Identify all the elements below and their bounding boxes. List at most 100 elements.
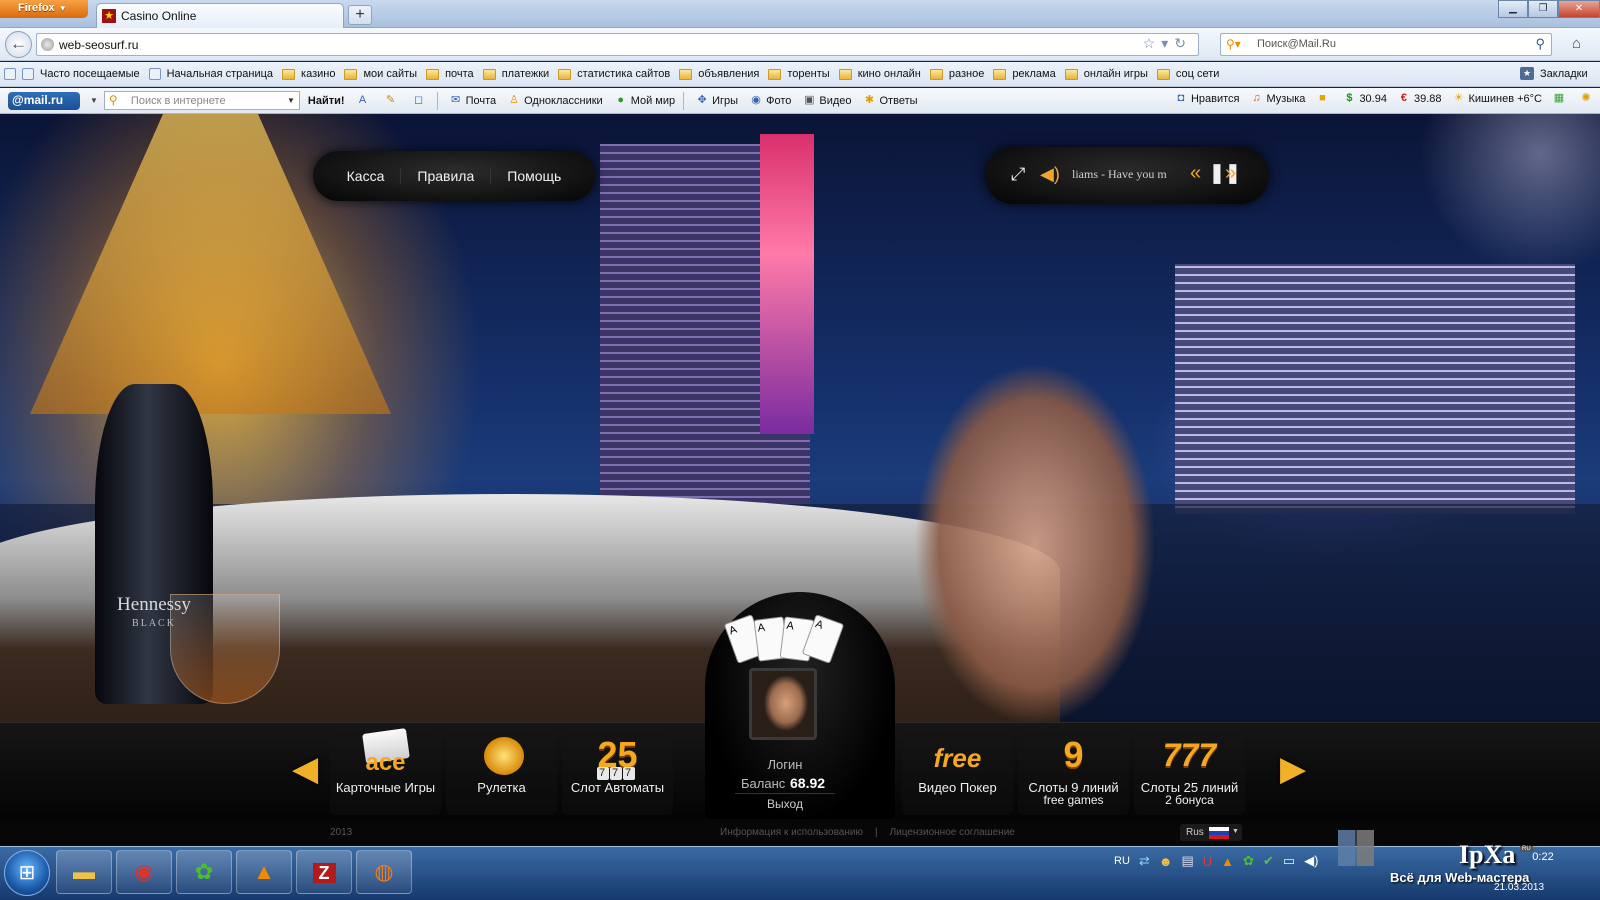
games-link[interactable]: ✥ Игры: [695, 94, 739, 107]
bookmark-item[interactable]: платежки: [482, 68, 549, 80]
next-track-icon[interactable]: »: [1225, 162, 1236, 185]
tab-casino-online[interactable]: ★ Casino Online: [96, 3, 344, 28]
game-slots-25-lines[interactable]: 777 Слоты 25 линий 2 бонуса: [1134, 729, 1245, 815]
map-button[interactable]: ▦: [1552, 92, 1569, 105]
game-slots-9-lines[interactable]: 9 Слоты 9 линий free games: [1018, 729, 1129, 815]
vlc-tray-icon[interactable]: ▲: [1221, 854, 1234, 869]
weather-widget[interactable]: ☀ Кишинев +6°C: [1452, 92, 1542, 105]
start-button[interactable]: ⊞: [4, 850, 50, 896]
game-card-games[interactable]: ace Карточные Игры: [330, 728, 441, 815]
explorer-taskbar-button[interactable]: ▬: [56, 850, 112, 894]
filezilla-taskbar-button[interactable]: Z: [296, 850, 352, 894]
menu-item-help[interactable]: Помощь: [490, 168, 577, 184]
icq-taskbar-button[interactable]: ✿: [176, 850, 232, 894]
mailru-search-input[interactable]: ⚲ Поиск в интернете ▼: [103, 91, 300, 110]
home-icon[interactable]: ⌂: [1572, 35, 1581, 52]
search-input[interactable]: ⚲▾ Поиск@Mail.Ru ⚲: [1220, 33, 1552, 56]
device-tray-icon[interactable]: ▤: [1181, 853, 1193, 869]
settings-button[interactable]: ✺: [1579, 92, 1596, 105]
bookmark-item[interactable]: торенты: [768, 68, 830, 80]
folder-icon: [282, 68, 296, 80]
bookmark-item[interactable]: онлайн игры: [1064, 68, 1148, 80]
game-slot-machines[interactable]: 25 777 Слот Автоматы: [562, 729, 673, 815]
logout-button[interactable]: Выход: [705, 793, 865, 811]
game-video-poker[interactable]: free Видео Покер: [902, 729, 1013, 815]
bookmark-item[interactable]: соц сети: [1156, 68, 1219, 80]
antivirus-tray-icon[interactable]: U: [1203, 854, 1212, 869]
mailru-logo[interactable]: @mail.ru: [8, 91, 80, 110]
font-size-button[interactable]: A: [356, 94, 373, 107]
answers-link[interactable]: ✱ Ответы: [863, 94, 918, 107]
firefox-taskbar-button[interactable]: ◍: [356, 850, 412, 894]
game-roulette[interactable]: Рулетка: [446, 729, 557, 815]
bookmark-item[interactable]: почта: [426, 68, 474, 80]
volume-tray-icon[interactable]: ◀): [1304, 853, 1318, 869]
bookmark-item[interactable]: объявления: [679, 68, 759, 80]
menu-item-cashier[interactable]: Касса: [331, 168, 401, 184]
mail-link[interactable]: ✉ Почта: [449, 94, 496, 107]
vlc-taskbar-button[interactable]: ▲: [236, 850, 292, 894]
folder-icon: [929, 68, 943, 80]
previous-track-icon[interactable]: «: [1190, 162, 1201, 185]
bookmark-item[interactable]: мои сайты: [344, 68, 417, 80]
usd-rate[interactable]: $30.94: [1342, 92, 1387, 105]
fullscreen-icon[interactable]: ⤢: [1011, 164, 1025, 185]
watermark-logo: IpXa: [1459, 840, 1516, 869]
bookmark-item[interactable]: разное: [929, 68, 984, 80]
like-button[interactable]: ◘ Нравится: [1174, 92, 1240, 105]
chevron-down-icon[interactable]: ▼: [90, 96, 98, 105]
answers-label: Ответы: [879, 94, 918, 107]
search-icon[interactable]: ⚲: [1535, 36, 1545, 52]
close-window-button[interactable]: ✕: [1558, 0, 1600, 18]
games-next-arrow-icon[interactable]: ▶: [1280, 749, 1306, 789]
bookmark-item[interactable]: кино онлайн: [838, 68, 921, 80]
input-language-indicator[interactable]: RU: [1114, 855, 1130, 867]
footer-info-link[interactable]: Информация к использованию: [720, 827, 863, 838]
bookmarks-sidebar-icon[interactable]: [4, 68, 16, 80]
games-prev-arrow-icon[interactable]: ◀: [292, 749, 318, 789]
chevron-down-icon[interactable]: ▼: [287, 96, 295, 105]
bookmarks-menu-button[interactable]: ★ Закладки: [1520, 67, 1596, 80]
gift-icon: ■: [1319, 92, 1326, 104]
monitor-tray-icon[interactable]: ▭: [1283, 853, 1295, 869]
video-link[interactable]: ▣ Видео: [802, 94, 851, 107]
find-button[interactable]: Найти!: [308, 95, 345, 107]
moi-mir-link[interactable]: ● Мой мир: [614, 94, 675, 107]
language-select[interactable]: Rus ▼: [1180, 824, 1242, 841]
network-tray-icon[interactable]: ⇄: [1139, 853, 1150, 869]
new-tab-button[interactable]: +: [348, 5, 372, 25]
bookmark-item[interactable]: реклама: [993, 68, 1056, 80]
bookmark-item[interactable]: Начальная страница: [148, 68, 273, 80]
photo-link[interactable]: ◉ Фото: [749, 94, 791, 107]
site-identity-icon[interactable]: [41, 38, 54, 51]
screenshot-button[interactable]: ◻: [412, 94, 429, 107]
bookmark-star-icon[interactable]: ☆: [1143, 35, 1162, 51]
avatar[interactable]: [749, 668, 817, 740]
gift-button[interactable]: ■: [1315, 92, 1332, 105]
icq-tray-icon[interactable]: ✿: [1243, 853, 1254, 869]
bookmark-item[interactable]: казино: [282, 68, 335, 80]
music-button[interactable]: ♫ Музыка: [1250, 92, 1305, 105]
app-tray-icon[interactable]: ☻: [1159, 854, 1173, 869]
firefox-menu-button[interactable]: Firefox ▼: [0, 0, 88, 18]
footer-license-link[interactable]: Лицензионное соглашение: [890, 827, 1015, 838]
volume-icon[interactable]: ◀): [1040, 164, 1060, 185]
slot-reels-icon: 777: [597, 767, 636, 780]
chrome-taskbar-button[interactable]: ◉: [116, 850, 172, 894]
update-tray-icon[interactable]: ✔: [1263, 853, 1274, 869]
reload-icon[interactable]: ↻: [1174, 35, 1192, 51]
bookmark-item[interactable]: Часто посещаемые: [22, 68, 140, 80]
bookmarks-toolbar: Часто посещаемые Начальная страница казино…: [0, 62, 1600, 87]
bookmark-item[interactable]: статистика сайтов: [558, 68, 670, 80]
odnoklassniki-link[interactable]: ♙ Одноклассники: [507, 94, 603, 107]
menu-item-rules[interactable]: Правила: [400, 168, 490, 184]
highlight-button[interactable]: ✎: [384, 94, 401, 107]
search-engine-icon[interactable]: ⚲▾: [1226, 37, 1241, 51]
system-tray: RU ⇄ ☻ ▤ U ▲ ✿ ✔ ▭ ◀): [1114, 853, 1327, 869]
address-bar[interactable]: web-seosurf.ru ☆▾↻: [36, 33, 1199, 56]
maximize-button[interactable]: ❐: [1528, 0, 1558, 18]
minimize-button[interactable]: ▁: [1498, 0, 1528, 18]
history-dropdown-icon[interactable]: ▾: [1161, 35, 1174, 51]
back-button[interactable]: ←: [5, 31, 32, 58]
eur-rate[interactable]: €39.88: [1397, 92, 1442, 105]
